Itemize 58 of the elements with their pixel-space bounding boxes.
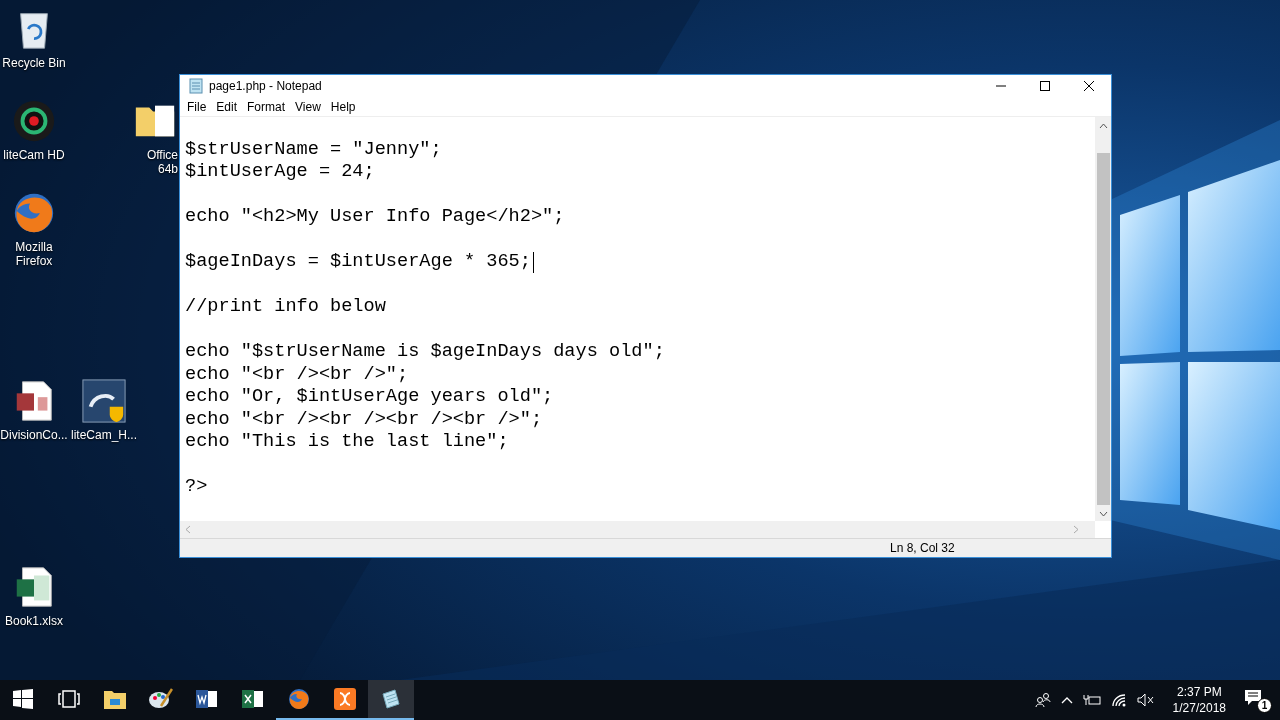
notepad-icon [380, 688, 402, 710]
excel-icon [242, 689, 264, 709]
windows-icon [13, 689, 33, 709]
battery-plug-icon[interactable] [1082, 693, 1101, 707]
xampp-icon [334, 688, 356, 710]
icon-label: DivisionCo... [0, 428, 68, 442]
palette-icon [149, 688, 173, 710]
scroll-right-icon [1073, 525, 1079, 535]
vertical-scrollbar[interactable] [1095, 116, 1111, 522]
code-line: echo "This is the last line"; [185, 431, 509, 454]
word-icon [196, 689, 218, 709]
folder-icon [104, 689, 126, 709]
code-line: $ageInDays = $intUserAge * 365; [185, 251, 531, 274]
icon-label: Office 64b [145, 148, 178, 176]
horizontal-scrollbar[interactable] [180, 521, 1095, 539]
code-line: echo "Or, $intUserAge years old"; [185, 386, 554, 409]
wifi-icon[interactable] [1110, 693, 1127, 707]
code-line: $strUserName = "Jenny"; [185, 138, 442, 162]
icon-label: liteCam HD [3, 148, 65, 162]
scroll-left-icon [185, 525, 191, 535]
chevron-up-icon[interactable] [1060, 696, 1073, 704]
date: 1/27/2018 [1172, 700, 1226, 716]
code-line: echo "<h2>My User Info Page</h2>"; [185, 206, 565, 229]
icon-label: Mozilla Firefox [14, 240, 54, 268]
code-line: ?> [185, 476, 208, 499]
code-line: //print info below [185, 296, 386, 319]
maximize-icon [1040, 81, 1050, 92]
menu-item[interactable]: Format [244, 99, 291, 114]
scroll-down-icon [1098, 511, 1108, 518]
cursor-position: Ln 8, Col 32 [890, 541, 955, 556]
muted-speaker-icon[interactable] [1136, 693, 1155, 707]
notification-icon[interactable] [1244, 689, 1264, 707]
window-title: page1.php - Notepad [209, 79, 322, 94]
code-line: echo "<br /><br /><br /><br />"; [185, 408, 543, 432]
code-line: echo "$strUserName is $ageInDays days old"; [185, 341, 665, 364]
menu-item[interactable]: Help [327, 99, 361, 114]
notification-badge: 1 [1257, 698, 1272, 713]
taskbar-button[interactable] [368, 680, 414, 720]
installer-icon[interactable] [81, 378, 127, 424]
menu-item[interactable]: View [292, 99, 326, 114]
people-icon[interactable] [1034, 692, 1051, 708]
code-line: $intUserAge = 24; [185, 161, 375, 184]
close-icon [1084, 81, 1094, 92]
menu-item[interactable]: File [184, 99, 212, 114]
icon-label: Book1.xlsx [5, 614, 63, 628]
firefox-icon [287, 687, 311, 711]
task-view-icon [58, 690, 80, 708]
menu-item[interactable]: Edit [213, 99, 243, 114]
code-line: echo "<br /><br />"; [185, 363, 409, 387]
time: 2:37 PM [1176, 684, 1222, 700]
notepad-icon [188, 78, 204, 95]
icon-label: liteCam_H... [71, 428, 137, 442]
clock[interactable]: 2:37 PM 1/27/2018 [1172, 684, 1226, 716]
scroll-thumb[interactable] [1096, 152, 1110, 506]
webcam-icon[interactable] [11, 98, 57, 144]
scroll-up-icon [1098, 122, 1108, 129]
icon-label: Recycle Bin [2, 56, 66, 70]
text-caret [532, 251, 534, 273]
